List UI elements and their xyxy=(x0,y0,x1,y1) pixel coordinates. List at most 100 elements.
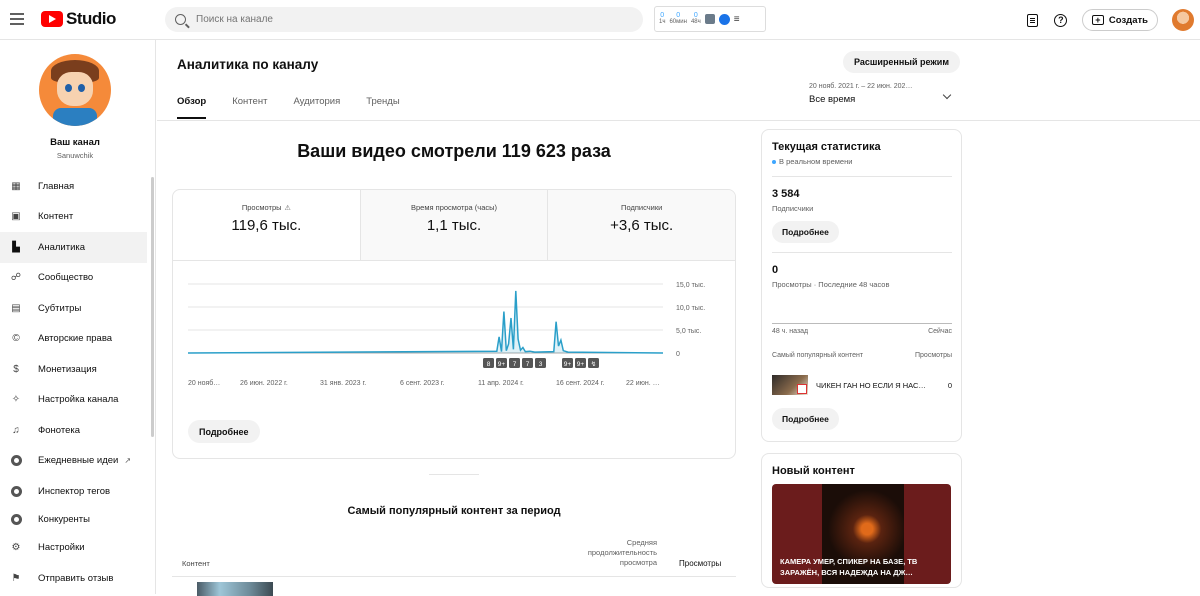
tab-trends[interactable]: Тренды xyxy=(366,96,399,119)
sidebar-item-audio-library[interactable]: ♫ Фонотека xyxy=(0,415,150,446)
popular-views-label: Просмотры xyxy=(915,352,952,359)
realtime-axis: 48 ч. назад Сейчас xyxy=(772,328,952,335)
sidebar-item-label: Аналитика xyxy=(38,241,86,253)
sidebar-item-subtitles[interactable]: ▤ Субтитры xyxy=(0,293,150,324)
search-input[interactable] xyxy=(196,14,596,25)
tab-content[interactable]: Контент xyxy=(232,96,267,119)
main-content: Аналитика по каналу Расширенный режим Об… xyxy=(157,40,1200,596)
sidebar-item-tag-inspector[interactable]: Инспектор тегов xyxy=(0,476,150,507)
video-marker-label: 9+ xyxy=(498,361,506,368)
page-title: Аналитика по каналу xyxy=(177,57,319,72)
menu-icon[interactable] xyxy=(10,9,28,29)
sidebar-item-daily-ideas[interactable]: Ежедневные идеи ↗ xyxy=(0,446,150,477)
ext-logo-icon[interactable] xyxy=(718,13,730,25)
sidebar-item-label: Ежедневные идеи xyxy=(38,455,119,467)
live-dot-icon xyxy=(772,159,776,164)
sidebar-item-content[interactable]: ▣ Контент xyxy=(0,202,150,233)
views-48h-label: Просмотры · Последние 48 часов xyxy=(772,280,890,289)
sidebar-item-label: Субтитры xyxy=(38,302,82,314)
metric-label: Время просмотра (часы) xyxy=(410,203,498,212)
search-bar[interactable] xyxy=(165,7,643,32)
help-button[interactable]: ? xyxy=(1050,9,1072,31)
sidebar-item-label: Инспектор тегов xyxy=(38,485,111,497)
subscribers-label: Подписчики xyxy=(772,204,814,213)
sidebar-item-label: Настройка канала xyxy=(38,394,119,406)
metric-views[interactable]: Просмотры ⚠ 119,6 тыс. xyxy=(173,190,360,260)
search-icon[interactable] xyxy=(175,14,186,25)
tab-overview[interactable]: Обзор xyxy=(177,96,207,119)
tabs-divider xyxy=(157,120,1200,121)
new-content-title: Новый контент xyxy=(772,465,855,477)
extension-widget[interactable]: 0 1ч 0 60мин 0 48ч ≡ xyxy=(654,6,766,32)
channel-name[interactable]: Ваш канал xyxy=(0,137,150,148)
video-marker-label: 7 xyxy=(513,361,517,368)
overview-card: Просмотры ⚠ 119,6 тыс. Время просмотра (ч… xyxy=(172,189,736,459)
new-content-card: Новый контент КАМЕРА УМЕР, СПИКЕР НА БАЗ… xyxy=(761,453,962,588)
customization-icon: ✧ xyxy=(11,394,21,406)
analytics-tabs: Обзор Контент Аудитория Тренды xyxy=(177,96,400,119)
dashboard-icon: ▦ xyxy=(11,180,21,192)
advanced-mode-button[interactable]: Расширенный режим xyxy=(843,51,960,73)
help-icon: ? xyxy=(1054,13,1068,27)
tab-audience[interactable]: Аудитория xyxy=(293,96,340,119)
video-title: ЧИКЕН ГАН НО ЕСЛИ Я НАС… xyxy=(816,380,926,390)
subtitles-icon: ▤ xyxy=(11,302,21,314)
overview-more-button[interactable]: Подробнее xyxy=(188,420,260,443)
popular-more-button[interactable]: Подробнее xyxy=(772,408,839,430)
y-tick-label: 10,0 тыс. xyxy=(676,305,705,312)
metric-label: Подписчики xyxy=(621,203,663,212)
monetization-icon: $ xyxy=(13,363,19,375)
date-range-picker[interactable]: 20 нояб. 2021 г. – 22 июн. 202… Все врем… xyxy=(809,83,954,105)
y-tick-label: 5,0 тыс. xyxy=(676,328,701,335)
channel-avatar[interactable] xyxy=(39,54,111,126)
x-tick-label: 6 сент. 2023 г. xyxy=(400,380,445,387)
sidebar-item-monetization[interactable]: $ Монетизация xyxy=(0,354,150,385)
y-tick-label: 15,0 тыс. xyxy=(676,282,705,289)
realtime-label: В реальном времени xyxy=(779,157,853,166)
popular-content-row[interactable]: ЧИКЕН ГАН НО ЕСЛИ Я НАС… 0 xyxy=(772,375,952,395)
x-tick-label: 16 сент. 2024 г. xyxy=(556,380,605,387)
sidebar-item-label: Главная xyxy=(38,180,75,192)
x-tick-label: 26 июн. 2022 г. xyxy=(240,380,288,387)
series-area xyxy=(188,290,663,353)
sidebar: Ваш канал Sanuwchik ▦ Главная ▣ Контент ▙ А… xyxy=(0,40,156,594)
axis-label-end: Сейчас xyxy=(928,328,952,335)
video-views: 0 xyxy=(947,380,952,390)
sidebar-item-competitors[interactable]: Конкуренты xyxy=(0,507,150,533)
sidebar-scrollbar[interactable] xyxy=(151,177,154,437)
metric-subscribers[interactable]: Подписчики +3,6 тыс. xyxy=(547,190,735,260)
ext-chart-icon[interactable] xyxy=(704,14,715,24)
column-header-avg-duration[interactable]: Средняя продолжительность просмотра xyxy=(557,538,657,568)
create-button[interactable]: + Создать xyxy=(1081,9,1158,31)
sidebar-nav: ▦ Главная ▣ Контент ▙ Аналитика ☍ Сообщество… xyxy=(0,171,150,594)
section-divider xyxy=(429,474,479,475)
series-line xyxy=(187,290,664,354)
youtube-logo-icon xyxy=(41,11,63,27)
x-tick-label: 22 июн. … xyxy=(626,380,660,387)
table-divider xyxy=(172,576,736,577)
sidebar-item-feedback[interactable]: ⚑ Отправить отзыв xyxy=(0,563,150,594)
warning-icon: ⚠ xyxy=(284,205,291,212)
realtime-more-button[interactable]: Подробнее xyxy=(772,221,839,243)
views-chart[interactable]: 15,0 тыс. 10,0 тыс. 5,0 тыс. 0 8 9+ 7 7 3 9+ 9+ ↯ 20… xyxy=(173,262,735,392)
feedback-button[interactable] xyxy=(1022,9,1044,31)
ext-menu-icon[interactable]: ≡ xyxy=(734,14,740,25)
sidebar-item-copyright[interactable]: © Авторские права xyxy=(0,324,150,355)
create-label: Создать xyxy=(1108,14,1148,26)
sidebar-item-community[interactable]: ☍ Сообщество xyxy=(0,263,150,294)
studio-logo[interactable]: Studio xyxy=(41,9,116,29)
sidebar-item-dashboard[interactable]: ▦ Главная xyxy=(0,171,150,202)
sidebar-item-settings[interactable]: ⚙ Настройки xyxy=(0,533,150,564)
ext-stat-60m: 0 60мин xyxy=(669,12,687,25)
video-marker-label: 9+ xyxy=(564,361,572,368)
x-tick-label: 20 нояб… xyxy=(188,379,220,387)
new-video-thumbnail[interactable]: КАМЕРА УМЕР, СПИКЕР НА БАЗЕ, ТВ ЗАРАЖЁН,… xyxy=(772,484,951,584)
column-header-views[interactable]: Просмотры xyxy=(679,559,721,568)
metric-watch-time[interactable]: Время просмотра (часы) 1,1 тыс. xyxy=(359,190,548,260)
account-avatar[interactable] xyxy=(1172,9,1194,31)
video-marker-label: ↯ xyxy=(591,360,596,368)
sidebar-item-customization[interactable]: ✧ Настройка канала xyxy=(0,385,150,416)
sidebar-item-analytics[interactable]: ▙ Аналитика xyxy=(0,232,147,263)
views-headline: Ваши видео смотрели 119 623 раза xyxy=(297,141,611,161)
create-video-icon: + xyxy=(1091,15,1104,25)
